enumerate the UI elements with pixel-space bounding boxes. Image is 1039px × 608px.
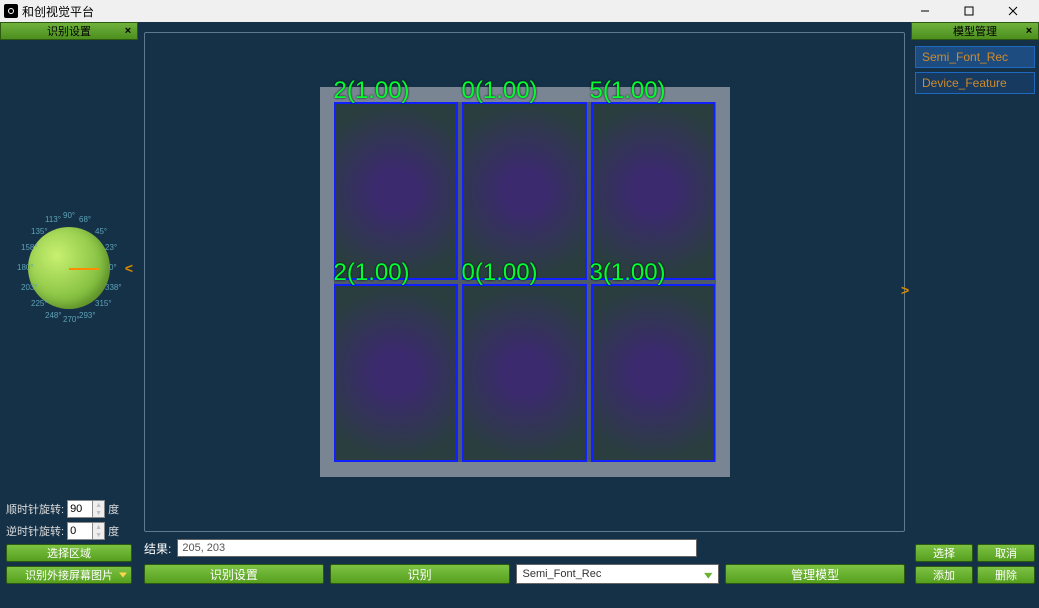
- image-frame: 2(1.00) 0(1.00) 5(1.00) 2(1.00) 0(1.00) …: [320, 87, 730, 477]
- compass-tick-label: 68°: [79, 215, 91, 224]
- cw-spin-up[interactable]: ▲: [92, 501, 104, 509]
- compass-tick-label: 315°: [95, 299, 112, 308]
- recognize-button[interactable]: 识别: [330, 564, 510, 584]
- window-titlebar: 和创视觉平台: [0, 0, 1039, 22]
- delete-model-button[interactable]: 删除: [977, 566, 1035, 584]
- compass-tick-label: 225°: [31, 299, 48, 308]
- result-label: 结果:: [144, 540, 171, 557]
- compass-tick-label: 293°: [79, 311, 96, 320]
- compass-tick-label: 270°: [63, 315, 80, 324]
- detection-box: [591, 102, 716, 280]
- compass-tick-label: 113°: [45, 215, 61, 224]
- left-panel-title: 识别设置: [47, 23, 91, 39]
- window-title: 和创视觉平台: [22, 3, 94, 20]
- compass-tick-label: 180°: [17, 263, 34, 272]
- compass-tick-label: 338°: [105, 283, 122, 292]
- window-maximize-button[interactable]: [947, 0, 991, 22]
- cw-rotate-input[interactable]: [68, 503, 92, 515]
- manage-models-button[interactable]: 管理模型: [725, 564, 905, 584]
- recognition-settings-button[interactable]: 识别设置: [144, 564, 324, 584]
- detection-label: 2(1.00): [334, 77, 410, 105]
- detection-box: [462, 102, 587, 280]
- detection-label: 5(1.00): [590, 77, 666, 105]
- detection-label: 2(1.00): [334, 259, 410, 287]
- cw-unit: 度: [108, 501, 119, 517]
- image-canvas[interactable]: 2(1.00) 0(1.00) 5(1.00) 2(1.00) 0(1.00) …: [144, 32, 905, 532]
- app-icon: [4, 4, 18, 18]
- right-panel-header: 模型管理 ×: [911, 22, 1039, 40]
- compass-tick-label: 90°: [63, 211, 75, 220]
- cw-rotate-label: 顺时针旋转:: [6, 501, 64, 517]
- ccw-unit: 度: [108, 523, 119, 539]
- detection-label: 0(1.00): [462, 77, 538, 105]
- result-output[interactable]: [177, 539, 697, 557]
- rotation-compass[interactable]: 0° 23° 45° 68° 90° 113° 135° 158° 180° 2…: [9, 193, 129, 343]
- window-close-button[interactable]: [991, 0, 1035, 22]
- compass-tick-label: 158°: [21, 243, 38, 252]
- cw-spin-down[interactable]: ▼: [92, 509, 104, 517]
- detection-box: [334, 284, 459, 462]
- cw-rotate-spinner[interactable]: ▲▼: [67, 500, 105, 518]
- compass-tick-label: 0°: [109, 263, 117, 272]
- add-model-button[interactable]: 添加: [915, 566, 973, 584]
- ccw-spin-down[interactable]: ▼: [92, 531, 104, 539]
- detection-box: [334, 102, 459, 280]
- left-panel-close-icon[interactable]: ×: [121, 24, 135, 38]
- compass-tick-label: 248°: [45, 311, 62, 320]
- cancel-button[interactable]: 取消: [977, 544, 1035, 562]
- external-screen-image-dropdown[interactable]: 识别外接屏幕图片: [6, 566, 132, 584]
- compass-tick-label: 203°: [21, 283, 38, 292]
- ccw-rotate-label: 逆时针旋转:: [6, 523, 64, 539]
- compass-tick-label: 23°: [105, 243, 117, 252]
- ccw-spin-up[interactable]: ▲: [92, 523, 104, 531]
- collapse-left-arrow-icon[interactable]: <: [122, 258, 136, 278]
- detection-box: [591, 284, 716, 462]
- right-panel-close-icon[interactable]: ×: [1022, 24, 1036, 38]
- select-area-button[interactable]: 选择区域: [6, 544, 132, 562]
- detection-label: 0(1.00): [462, 259, 538, 287]
- compass-tick-label: 135°: [31, 227, 48, 236]
- ccw-rotate-input[interactable]: [68, 525, 92, 537]
- collapse-right-arrow-icon[interactable]: >: [901, 282, 909, 298]
- window-minimize-button[interactable]: [903, 0, 947, 22]
- right-panel-title: 模型管理: [953, 23, 997, 39]
- left-panel-header: 识别设置 ×: [0, 22, 138, 40]
- model-management-panel: 模型管理 × Semi_Font_Rec Device_Feature > 选择…: [911, 22, 1039, 588]
- detection-box: [462, 284, 587, 462]
- select-model-button[interactable]: 选择: [915, 544, 973, 562]
- center-panel: 2(1.00) 0(1.00) 5(1.00) 2(1.00) 0(1.00) …: [138, 22, 911, 588]
- detection-label: 3(1.00): [590, 259, 666, 287]
- model-list-item[interactable]: Semi_Font_Rec: [915, 46, 1035, 68]
- model-list-item[interactable]: Device_Feature: [915, 72, 1035, 94]
- ccw-rotate-spinner[interactable]: ▲▼: [67, 522, 105, 540]
- compass-tick-label: 45°: [95, 227, 107, 236]
- model-select-dropdown[interactable]: Semi_Font_Rec: [516, 564, 720, 584]
- recognition-settings-panel: 识别设置 × 0° 23° 45° 68° 90° 113° 135° 158°…: [0, 22, 138, 588]
